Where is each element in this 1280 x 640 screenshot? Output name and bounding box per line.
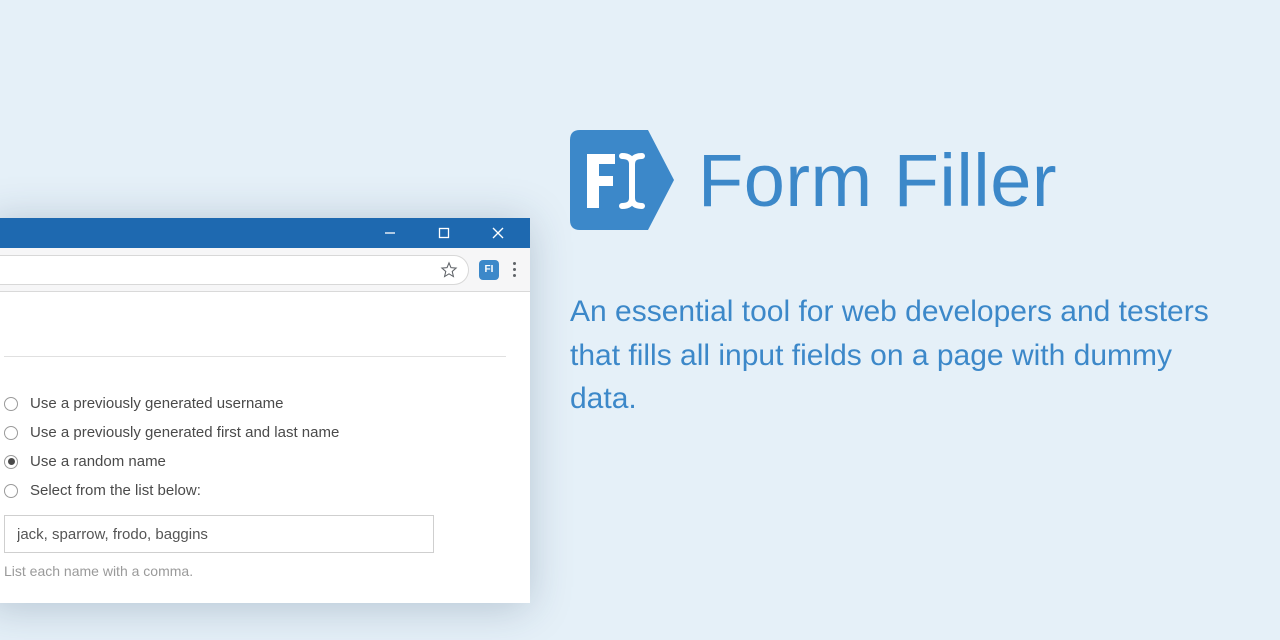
radio-icon [4, 426, 18, 440]
app-tagline: An essential tool for web developers and… [570, 290, 1210, 421]
input-hint: List each name with a comma. [4, 563, 506, 579]
close-icon[interactable] [486, 221, 510, 245]
hero: Form Filler An essential tool for web de… [570, 130, 1210, 421]
option-label: Use a previously generated username [30, 395, 283, 412]
option-previous-first-last[interactable]: Use a previously generated first and las… [4, 424, 506, 441]
hero-header: Form Filler [570, 130, 1210, 230]
option-label: Use a previously generated first and las… [30, 424, 339, 441]
window-titlebar [0, 218, 530, 248]
radio-icon [4, 397, 18, 411]
name-list-input[interactable] [4, 515, 434, 553]
option-label: Select from the list below: [30, 482, 201, 499]
options-panel: Use a previously generated username Use … [0, 292, 530, 603]
maximize-icon[interactable] [432, 221, 456, 245]
option-previous-username[interactable]: Use a previously generated username [4, 395, 506, 412]
minimize-icon[interactable] [378, 221, 402, 245]
section-divider [4, 356, 506, 357]
extension-badge-icon[interactable]: FI [479, 260, 499, 280]
app-logo-icon [570, 130, 674, 230]
radio-icon [4, 455, 18, 469]
radio-icon [4, 484, 18, 498]
option-random-name[interactable]: Use a random name [4, 453, 506, 470]
bookmark-star-icon[interactable] [440, 261, 458, 279]
address-bar[interactable] [0, 255, 469, 285]
browser-window: FI Use a previously generated username U… [0, 218, 530, 603]
kebab-menu-icon[interactable] [509, 262, 520, 277]
option-select-from-list[interactable]: Select from the list below: [4, 482, 506, 499]
browser-toolbar: FI [0, 248, 530, 292]
option-label: Use a random name [30, 453, 166, 470]
app-title: Form Filler [698, 138, 1057, 223]
